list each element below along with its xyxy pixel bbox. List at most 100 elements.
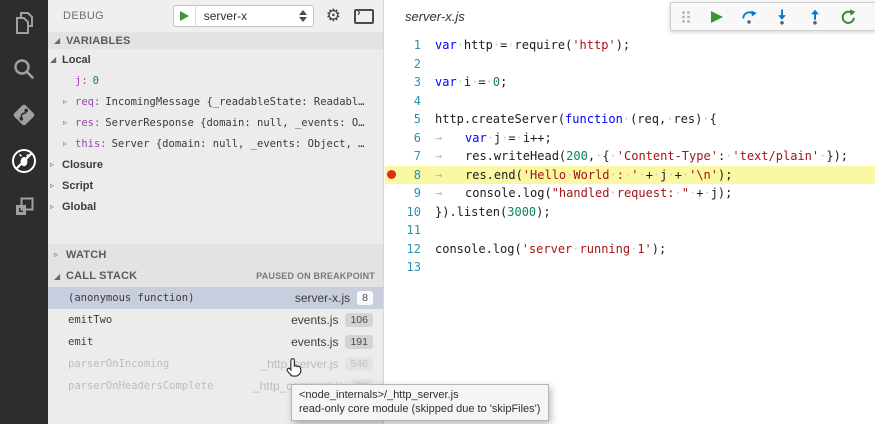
step-out-button[interactable] <box>807 9 823 25</box>
scope-row[interactable]: ▹Global <box>48 196 383 217</box>
frame-line-badge: 546 <box>345 357 373 371</box>
whitespace-dot: · <box>675 186 682 200</box>
stack-frame-row[interactable]: parserOnIncoming_http_server.js546 <box>48 353 383 375</box>
code-token: ); <box>536 205 550 219</box>
line-number: 2 <box>398 57 421 71</box>
scope-label: Script <box>62 180 93 192</box>
launch-configuration-select[interactable]: server-x <box>196 9 299 23</box>
toolbar-drag-handle[interactable] <box>680 9 692 25</box>
whitespace-dot: · <box>630 242 637 256</box>
restart-button[interactable] <box>840 9 856 25</box>
scope-row[interactable]: ▹Closure <box>48 154 383 175</box>
collapsed-twistie-icon: ▹ <box>50 202 62 211</box>
launch-configuration-control: server-x <box>173 5 314 27</box>
string-token: '\n' <box>689 168 718 182</box>
code-token: ; <box>500 75 507 89</box>
string-token: 'text/plain' <box>732 149 819 163</box>
gear-icon[interactable]: ⚙ <box>326 8 341 25</box>
whitespace-dot: · <box>516 131 523 145</box>
code-line[interactable]: 12console.log('server·running·1'); <box>385 240 875 259</box>
explorer-icon[interactable] <box>4 6 44 40</box>
code-line[interactable]: 7→res.writeHead(200,·{·'Content-Type':·'… <box>385 147 875 166</box>
continue-button[interactable] <box>709 9 724 25</box>
line-content: →res.end('Hello·World·:·'·+·j·+·'\n'); <box>421 168 732 182</box>
watch-section-title: WATCH <box>66 249 107 261</box>
code-line[interactable]: 10}).listen(3000); <box>385 203 875 222</box>
code-line[interactable]: 13 <box>385 258 875 277</box>
debug-icon[interactable] <box>4 144 44 178</box>
line-number: 5 <box>398 112 421 126</box>
collapsed-twistie-icon: ▹ <box>50 160 62 169</box>
variables-section-header[interactable]: ◢ VARIABLES <box>48 32 383 49</box>
line-content: console.log('server·running·1'); <box>421 242 666 256</box>
stack-frame-row[interactable]: emitevents.js191 <box>48 331 383 353</box>
number-token: 200 <box>566 149 588 163</box>
activity-bar <box>0 0 48 424</box>
variable-row[interactable]: j:0 <box>48 70 383 91</box>
number-token: 0 <box>493 75 500 89</box>
line-content: }).listen(3000); <box>421 205 551 219</box>
debug-sidebar: DEBUG server-x ⚙ › ◢ VARIABLES ◢Localj:0… <box>48 0 384 424</box>
whitespace-dot: · <box>689 186 696 200</box>
whitespace-dot: · <box>572 242 579 256</box>
code-line[interactable]: 2 <box>385 55 875 74</box>
stack-frame-row[interactable]: emitTwoevents.js106 <box>48 309 383 331</box>
keyword-token: var <box>435 75 457 89</box>
source-control-icon[interactable] <box>4 98 44 132</box>
whitespace-dot: · <box>487 131 494 145</box>
scope-row[interactable]: ◢Local <box>48 49 383 70</box>
code-line[interactable]: 1var·http·=·require('http'); <box>385 36 875 55</box>
call-stack-section-header[interactable]: ◢ CALL STACK PAUSED ON BREAKPOINT <box>48 265 383 287</box>
code-token: res.end( <box>465 168 523 182</box>
collapsed-twistie-icon: ▹ <box>50 181 62 190</box>
watch-section-header[interactable]: ▹ WATCH <box>48 244 383 265</box>
line-number: 11 <box>398 223 421 237</box>
frame-function-name: emitTwo <box>68 314 112 326</box>
select-spinner-icon[interactable] <box>299 10 313 22</box>
frame-function-name: (anonymous function) <box>68 292 194 304</box>
whitespace-dot: · <box>595 149 602 163</box>
code-token: ); <box>718 168 732 182</box>
variable-row[interactable]: ▹this:Server {domain: null, _events: Obj… <box>48 133 383 154</box>
start-debug-button[interactable] <box>174 6 196 26</box>
variable-row[interactable]: ▹res:ServerResponse {domain: null, _even… <box>48 112 383 133</box>
tab-whitespace-icon: → <box>435 131 465 145</box>
code-line[interactable]: 8→res.end('Hello·World·:·'·+·j·+·'\n'); <box>385 166 875 185</box>
step-over-button[interactable] <box>741 9 757 25</box>
line-content: →var·j·=·i++; <box>421 131 552 145</box>
extensions-icon[interactable] <box>4 190 44 224</box>
variable-value: IncomingMessage {_readableState: Readabl… <box>105 96 364 108</box>
variable-row[interactable]: ▹req:IncomingMessage {_readableState: Re… <box>48 91 383 112</box>
code-line[interactable]: 3var·i·=·0; <box>385 73 875 92</box>
code-line[interactable]: 6→var·j·=·i++; <box>385 129 875 148</box>
string-token: 'http' <box>572 38 615 52</box>
code-line[interactable]: 5http.createServer(function·(req,·res)·{ <box>385 110 875 129</box>
line-number: 13 <box>398 260 421 274</box>
debug-toolbar <box>670 2 875 31</box>
step-into-button[interactable] <box>774 9 790 25</box>
play-icon <box>180 11 189 21</box>
variable-value: Server {domain: null, _events: Object, … <box>112 138 365 150</box>
code-token: ·+·j); <box>689 186 732 200</box>
variable-value: 0 <box>93 75 99 87</box>
collapsed-twistie-icon: ▹ <box>54 250 66 259</box>
breakpoint-gutter[interactable] <box>385 170 398 179</box>
line-number: 3 <box>398 75 421 89</box>
tooltip-description: read-only core module (skipped due to 's… <box>299 402 540 416</box>
stack-frame-row[interactable]: (anonymous function)server-x.js8 <box>48 287 383 309</box>
line-content: →console.log("handled·request:·"·+·j); <box>421 186 732 200</box>
code-line[interactable]: 11 <box>385 221 875 240</box>
frame-file-name: server-x.js <box>295 291 350 305</box>
expanded-twistie-icon: ◢ <box>50 55 62 64</box>
variables-list: ◢Localj:0▹req:IncomingMessage {_readable… <box>48 49 383 217</box>
frame-file-name: _http_server.js <box>260 357 338 371</box>
code-token: ·i·=· <box>457 75 493 89</box>
code-token: console.log( <box>465 186 552 200</box>
code-line[interactable]: 4 <box>385 92 875 111</box>
search-icon[interactable] <box>4 52 44 86</box>
debug-console-icon[interactable]: › <box>354 9 374 24</box>
line-content: var·i·=·0; <box>421 75 507 89</box>
code-line[interactable]: 9→console.log("handled·request:·"·+·j); <box>385 184 875 203</box>
code-token: ·+·j·+· <box>638 168 689 182</box>
scope-row[interactable]: ▹Script <box>48 175 383 196</box>
